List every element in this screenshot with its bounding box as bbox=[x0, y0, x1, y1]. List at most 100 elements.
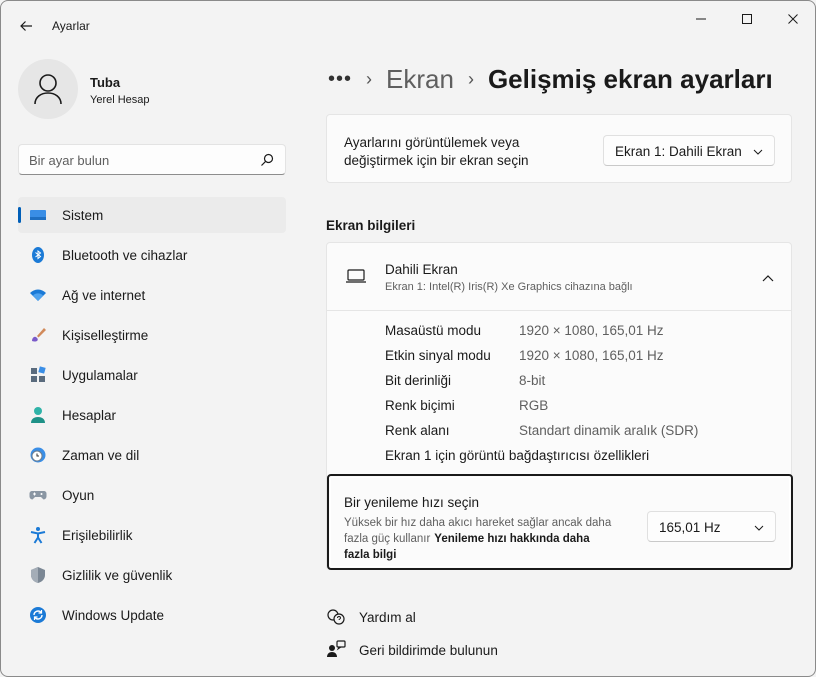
refresh-rate-description: Yüksek bir hız daha akıcı hareket sağlar… bbox=[344, 515, 629, 563]
dropdown-value: 165,01 Hz bbox=[659, 520, 721, 535]
info-key: Masaüstü modu bbox=[385, 323, 482, 338]
sidebar-item-label: Zaman ve dil bbox=[62, 448, 140, 463]
chevron-down-icon bbox=[754, 525, 764, 531]
help-link[interactable]: Yardım al bbox=[326, 605, 416, 629]
refresh-rate-title: Bir yenileme hızı seçin bbox=[344, 495, 480, 510]
search-input[interactable]: Bir ayar bulun bbox=[18, 144, 286, 175]
sidebar-item-time-language[interactable]: Zaman ve dil bbox=[18, 437, 286, 473]
user-profile[interactable]: Tuba Yerel Hesap bbox=[18, 59, 288, 119]
sidebar-item-bluetooth[interactable]: Bluetooth ve cihazlar bbox=[18, 237, 286, 273]
accessibility-icon bbox=[30, 527, 46, 544]
chevron-right-icon: › bbox=[366, 68, 373, 89]
sidebar-item-accounts[interactable]: Hesaplar bbox=[18, 397, 286, 433]
back-button[interactable] bbox=[13, 13, 39, 39]
description-text: fazla güç kullanır bbox=[344, 533, 431, 545]
close-button[interactable] bbox=[770, 7, 815, 31]
info-value: 8-bit bbox=[519, 373, 546, 388]
sidebar-item-label: Windows Update bbox=[62, 608, 165, 623]
page-title: Gelişmiş ekran ayarları bbox=[487, 63, 773, 94]
clock-globe-icon bbox=[30, 447, 46, 463]
display-info-card: Dahili Ekran Ekran 1: Intel(R) Iris(R) X… bbox=[326, 242, 793, 570]
app-title: Ayarlar bbox=[52, 19, 90, 33]
breadcrumb: ••• › Ekran › Gelişmiş ekran ayarları bbox=[328, 59, 773, 99]
info-row: Bit derinliği 8-bit bbox=[385, 371, 785, 396]
refresh-rate-dropdown[interactable]: 165,01 Hz bbox=[647, 511, 776, 542]
sidebar-item-label: Gizlilik ve güvenlik bbox=[62, 568, 173, 583]
chevron-up-icon[interactable] bbox=[761, 271, 775, 285]
chevron-down-icon bbox=[753, 149, 763, 155]
info-key: Renk alanı bbox=[385, 423, 450, 438]
display-info-header[interactable]: Dahili Ekran Ekran 1: Intel(R) Iris(R) X… bbox=[327, 243, 791, 311]
info-value: 1920 × 1080, 165,01 Hz bbox=[519, 348, 664, 363]
gamepad-icon bbox=[29, 491, 47, 500]
search-placeholder: Bir ayar bulun bbox=[29, 153, 110, 168]
info-value: 1920 × 1080, 165,01 Hz bbox=[519, 323, 664, 338]
refresh-rate-learn-more-link[interactable]: Yenileme hızı hakkında daha bbox=[434, 533, 589, 545]
maximize-button[interactable] bbox=[724, 7, 770, 31]
info-row: Etkin sinyal modu 1920 × 1080, 165,01 Hz bbox=[385, 346, 785, 371]
info-row: Renk alanı Standart dinamik aralık (SDR) bbox=[385, 421, 785, 446]
sidebar-item-label: Erişilebilirlik bbox=[62, 528, 133, 543]
description-line: Yüksek bir hız daha akıcı hareket sağlar… bbox=[344, 517, 612, 529]
sidebar-item-system[interactable]: Sistem bbox=[18, 197, 286, 233]
display-adapter-info: Ekran 1: Intel(R) Iris(R) Xe Graphics ci… bbox=[385, 281, 633, 293]
person-icon bbox=[31, 407, 45, 423]
sidebar-item-label: Ağ ve internet bbox=[62, 288, 146, 303]
monitor-icon bbox=[30, 210, 46, 220]
minimize-button[interactable] bbox=[678, 7, 724, 31]
display-select-card: Ayarlarını görüntülemek veya değiştirmek… bbox=[326, 114, 792, 183]
sidebar-item-label: Hesaplar bbox=[62, 408, 117, 423]
back-arrow-icon bbox=[20, 21, 32, 31]
sidebar-item-network[interactable]: Ağ ve internet bbox=[18, 277, 286, 313]
sidebar-item-label: Sistem bbox=[62, 208, 104, 223]
sidebar-item-label: Bluetooth ve cihazlar bbox=[62, 248, 188, 263]
adapter-properties-link[interactable]: Ekran 1 için görüntü bağdaştırıcısı özel… bbox=[385, 448, 649, 463]
info-row: Renk biçimi RGB bbox=[385, 396, 785, 421]
sidebar-item-personalization[interactable]: Kişiselleştirme bbox=[18, 317, 286, 353]
info-row: Ekran 1 için görüntü bağdaştırıcısı özel… bbox=[385, 446, 785, 471]
sidebar-item-accessibility[interactable]: Erişilebilirlik bbox=[18, 517, 286, 553]
close-icon bbox=[788, 14, 798, 24]
user-name: Tuba bbox=[90, 75, 121, 90]
settings-window: Ayarlar Tuba Yerel Hesap Bir ayar bulun … bbox=[0, 0, 816, 677]
avatar bbox=[18, 59, 78, 119]
breadcrumb-parent-link[interactable]: Ekran bbox=[386, 64, 454, 95]
chevron-right-icon: › bbox=[467, 68, 474, 89]
sidebar-item-apps[interactable]: Uygulamalar bbox=[18, 357, 286, 393]
refresh-rate-learn-more-link[interactable]: fazla bilgi bbox=[344, 547, 629, 563]
sidebar-item-gaming[interactable]: Oyun bbox=[18, 477, 286, 513]
display-name: Dahili Ekran bbox=[385, 262, 458, 277]
sidebar-item-privacy[interactable]: Gizlilik ve güvenlik bbox=[18, 557, 286, 593]
user-icon bbox=[34, 74, 62, 105]
refresh-rate-card: Bir yenileme hızı seçin Yüksek bir hız d… bbox=[327, 474, 793, 570]
title-bar: Ayarlar bbox=[1, 1, 815, 49]
display-select-description: Ayarlarını görüntülemek veya değiştirmek… bbox=[344, 134, 529, 170]
sidebar-item-label: Uygulamalar bbox=[62, 368, 138, 383]
section-title: Ekran bilgileri bbox=[326, 218, 416, 233]
info-key: Bit derinliği bbox=[385, 373, 452, 388]
breadcrumb-more-button[interactable]: ••• bbox=[328, 68, 352, 91]
info-key: Etkin sinyal modu bbox=[385, 348, 491, 363]
minimize-icon bbox=[696, 18, 706, 20]
display-info-rows: Masaüstü modu 1920 × 1080, 165,01 Hz Etk… bbox=[385, 321, 785, 471]
dropdown-value: Ekran 1: Dahili Ekran bbox=[615, 144, 742, 159]
description-line: değiştirmek için bir ekran seçin bbox=[344, 153, 529, 168]
wifi-icon bbox=[30, 289, 46, 301]
sidebar-item-label: Kişiselleştirme bbox=[62, 328, 149, 343]
search-icon bbox=[261, 153, 274, 166]
description-line: Ayarlarını görüntülemek veya bbox=[344, 135, 520, 150]
feedback-icon bbox=[327, 640, 346, 657]
feedback-link[interactable]: Geri bildirimde bulunun bbox=[326, 638, 498, 662]
info-value: Standart dinamik aralık (SDR) bbox=[519, 423, 699, 438]
feedback-label: Geri bildirimde bulunun bbox=[359, 642, 498, 658]
info-value: RGB bbox=[519, 398, 549, 413]
help-icon bbox=[327, 609, 345, 625]
sidebar-item-windows-update[interactable]: Windows Update bbox=[18, 597, 286, 633]
maximize-icon bbox=[742, 14, 752, 24]
bluetooth-icon bbox=[32, 247, 44, 263]
laptop-icon bbox=[346, 269, 366, 283]
sidebar-item-label: Oyun bbox=[62, 488, 95, 503]
sidebar-nav: Sistem Bluetooth ve cihazlar Ağ ve inter… bbox=[18, 197, 286, 637]
info-key: Renk biçimi bbox=[385, 398, 455, 413]
display-select-dropdown[interactable]: Ekran 1: Dahili Ekran bbox=[603, 135, 775, 166]
